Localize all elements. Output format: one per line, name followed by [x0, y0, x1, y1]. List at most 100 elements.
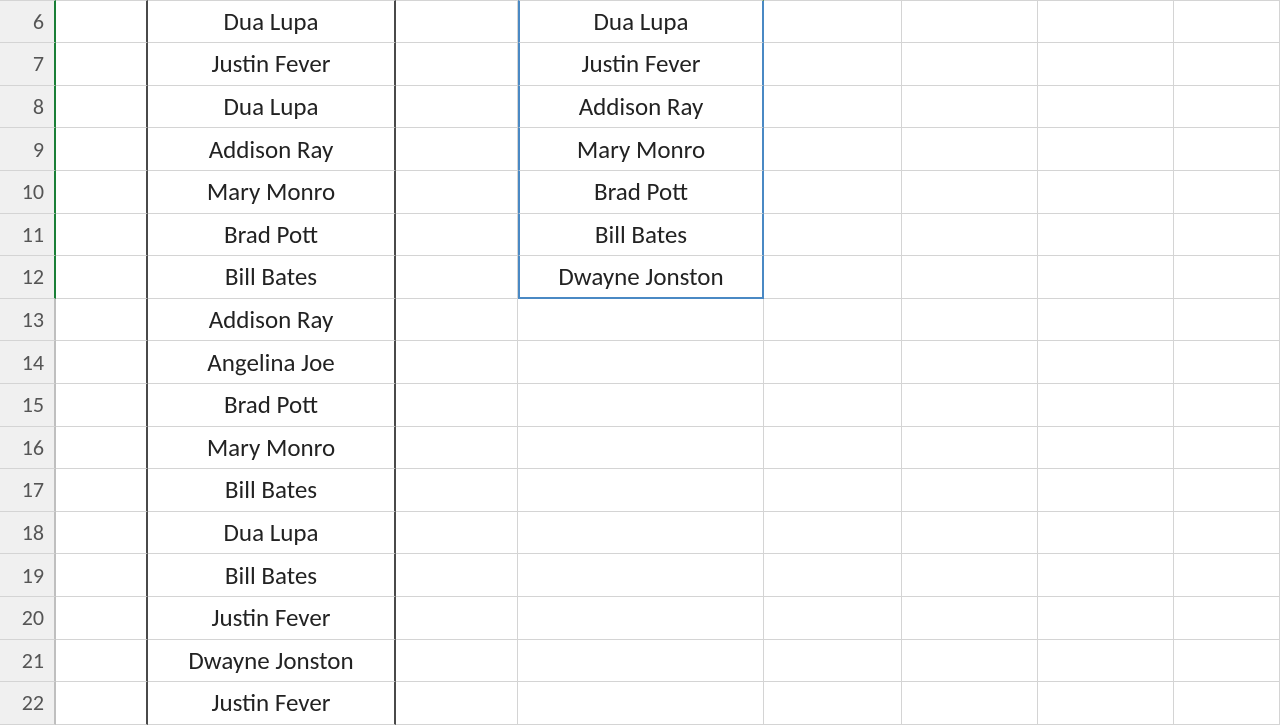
cell-empty[interactable]	[902, 640, 1038, 683]
row-header[interactable]: 11	[0, 214, 56, 257]
cell-d[interactable]	[396, 1, 518, 44]
cell-c[interactable]: Dwayne Jonston	[148, 640, 396, 683]
cell-e[interactable]: Dwayne Jonston	[518, 256, 764, 299]
cell-empty[interactable]	[1174, 512, 1280, 555]
cell-e[interactable]	[518, 384, 764, 427]
cell-empty[interactable]	[902, 512, 1038, 555]
cell-empty[interactable]	[902, 554, 1038, 597]
cell-b[interactable]	[56, 640, 148, 683]
cell-empty[interactable]	[902, 299, 1038, 342]
cell-d[interactable]	[396, 86, 518, 129]
cell-d[interactable]	[396, 554, 518, 597]
cell-e[interactable]	[518, 427, 764, 470]
cell-empty[interactable]	[902, 341, 1038, 384]
cell-empty[interactable]	[902, 43, 1038, 86]
cell-empty[interactable]	[764, 682, 902, 725]
cell-d[interactable]	[396, 427, 518, 470]
cell-c[interactable]: Mary Monro	[148, 171, 396, 214]
cell-empty[interactable]	[1174, 256, 1280, 299]
cell-c[interactable]: Justin Fever	[148, 682, 396, 725]
cell-d[interactable]	[396, 469, 518, 512]
cell-d[interactable]	[396, 384, 518, 427]
cell-empty[interactable]	[902, 214, 1038, 257]
cell-empty[interactable]	[1174, 299, 1280, 342]
cell-d[interactable]	[396, 299, 518, 342]
cell-d[interactable]	[396, 682, 518, 725]
cell-empty[interactable]	[1174, 43, 1280, 86]
cell-empty[interactable]	[1038, 427, 1174, 470]
cell-b[interactable]	[56, 682, 148, 725]
cell-empty[interactable]	[902, 256, 1038, 299]
cell-empty[interactable]	[764, 640, 902, 683]
row-header[interactable]: 20	[0, 597, 56, 640]
cell-empty[interactable]	[1174, 597, 1280, 640]
row-header[interactable]: 22	[0, 682, 56, 725]
cell-empty[interactable]	[764, 469, 902, 512]
cell-b[interactable]	[56, 43, 148, 86]
cell-c[interactable]: Brad Pott	[148, 214, 396, 257]
cell-d[interactable]	[396, 512, 518, 555]
cell-c[interactable]: Bill Bates	[148, 469, 396, 512]
cell-c[interactable]: Mary Monro	[148, 427, 396, 470]
cell-empty[interactable]	[1174, 427, 1280, 470]
cell-empty[interactable]	[1038, 554, 1174, 597]
cell-c[interactable]: Addison Ray	[148, 128, 396, 171]
cell-empty[interactable]	[1038, 299, 1174, 342]
cell-e[interactable]: Dua Lupa	[518, 1, 764, 44]
cell-empty[interactable]	[764, 171, 902, 214]
cell-d[interactable]	[396, 214, 518, 257]
cell-empty[interactable]	[1174, 554, 1280, 597]
cell-b[interactable]	[56, 256, 148, 299]
cell-d[interactable]	[396, 128, 518, 171]
cell-empty[interactable]	[902, 469, 1038, 512]
row-header[interactable]: 18	[0, 512, 56, 555]
cell-c[interactable]: Dua Lupa	[148, 86, 396, 129]
cell-empty[interactable]	[764, 1, 902, 44]
cell-empty[interactable]	[1174, 1, 1280, 44]
cell-empty[interactable]	[1038, 214, 1174, 257]
row-header[interactable]: 16	[0, 427, 56, 470]
cell-c[interactable]: Bill Bates	[148, 554, 396, 597]
cell-empty[interactable]	[1038, 384, 1174, 427]
cell-e[interactable]	[518, 640, 764, 683]
cell-b[interactable]	[56, 171, 148, 214]
cell-e[interactable]: Bill Bates	[518, 214, 764, 257]
cell-empty[interactable]	[1038, 341, 1174, 384]
cell-c[interactable]: Brad Pott	[148, 384, 396, 427]
cell-empty[interactable]	[1038, 256, 1174, 299]
cell-e[interactable]: Brad Pott	[518, 171, 764, 214]
row-header[interactable]: 9	[0, 128, 56, 171]
cell-b[interactable]	[56, 214, 148, 257]
cell-empty[interactable]	[764, 299, 902, 342]
spreadsheet-grid[interactable]: 5Lianardo DeprioLianardo Deprio6Dua Lupa…	[0, 0, 1280, 725]
cell-empty[interactable]	[764, 214, 902, 257]
cell-e[interactable]	[518, 469, 764, 512]
cell-empty[interactable]	[1038, 43, 1174, 86]
cell-empty[interactable]	[1174, 384, 1280, 427]
cell-empty[interactable]	[1038, 128, 1174, 171]
row-header[interactable]: 12	[0, 256, 56, 299]
cell-empty[interactable]	[764, 512, 902, 555]
cell-empty[interactable]	[764, 384, 902, 427]
cell-e[interactable]	[518, 341, 764, 384]
cell-b[interactable]	[56, 341, 148, 384]
cell-empty[interactable]	[764, 341, 902, 384]
cell-b[interactable]	[56, 469, 148, 512]
cell-b[interactable]	[56, 427, 148, 470]
cell-empty[interactable]	[902, 427, 1038, 470]
cell-d[interactable]	[396, 597, 518, 640]
cell-c[interactable]: Justin Fever	[148, 597, 396, 640]
cell-empty[interactable]	[1174, 128, 1280, 171]
row-header[interactable]: 14	[0, 341, 56, 384]
row-header[interactable]: 13	[0, 299, 56, 342]
cell-b[interactable]	[56, 384, 148, 427]
cell-b[interactable]	[56, 597, 148, 640]
cell-e[interactable]	[518, 597, 764, 640]
row-header[interactable]: 17	[0, 469, 56, 512]
cell-empty[interactable]	[1174, 86, 1280, 129]
cell-empty[interactable]	[1038, 597, 1174, 640]
cell-b[interactable]	[56, 1, 148, 44]
cell-c[interactable]: Angelina Joe	[148, 341, 396, 384]
row-header[interactable]: 15	[0, 384, 56, 427]
row-header[interactable]: 21	[0, 640, 56, 683]
